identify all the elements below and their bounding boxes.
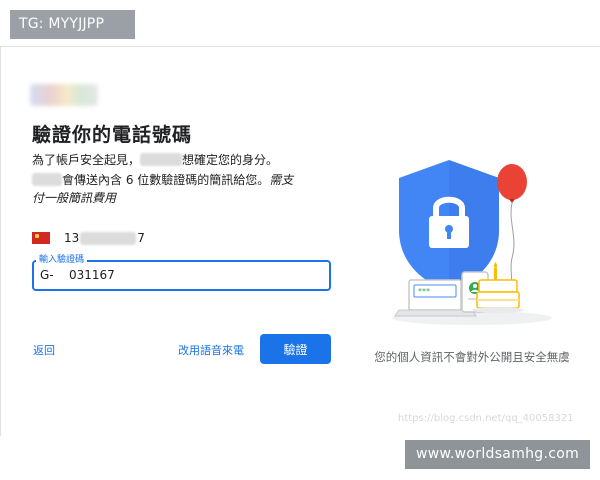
phone-suffix: 7 [137, 231, 145, 245]
description-suffix: 想確定您的身分。 [182, 153, 279, 167]
phone-number: 13 7 [64, 231, 145, 245]
redacted-text [32, 173, 62, 186]
description-line-2: 會傳送內含 6 位數驗證碼的簡訊給您。需支 付一般簡訊費用 [32, 171, 347, 207]
security-illustration: *** [392, 160, 552, 325]
china-flag-icon [32, 232, 50, 244]
site-badge: www.worldsamhg.com [405, 440, 590, 469]
description-line-1: 為了帳戶安全起見， 想確定您的身分。 [32, 151, 347, 169]
left-divider [0, 46, 1, 436]
privacy-text: 您的個人資訊不會對外公開且安全無虞 [374, 350, 570, 364]
watermark: https://blog.csdn.net/qq_40058321 [398, 413, 574, 424]
voice-call-link[interactable]: 改用語音來電 [178, 342, 244, 358]
top-divider [0, 46, 600, 47]
svg-text:***: *** [418, 287, 430, 296]
redacted-text [140, 153, 183, 166]
back-link[interactable]: 返回 [33, 342, 55, 358]
page-title: 驗證你的電話號碼 [32, 124, 193, 146]
phone-prefix: 13 [64, 231, 80, 245]
verify-button[interactable]: 驗證 [260, 334, 331, 364]
code-prefix: G- [40, 268, 54, 282]
balloon-icon [497, 164, 527, 291]
redacted-phone-digits [80, 231, 137, 245]
description-sms-text: 會傳送內含 6 位數驗證碼的簡訊給您。 [62, 173, 270, 187]
blurred-logo [30, 84, 98, 106]
phone-number-row: 13 7 [32, 229, 145, 247]
verification-code-input[interactable] [69, 266, 269, 284]
description-prefix: 為了帳戶安全起見， [32, 153, 141, 167]
description-fee-notice-2: 付一般簡訊費用 [32, 191, 117, 205]
tg-badge: TG: MYYJJPP [10, 10, 135, 39]
description-fee-notice: 需支 [269, 173, 294, 187]
verification-code-label: 輸入驗證碼 [36, 252, 88, 265]
